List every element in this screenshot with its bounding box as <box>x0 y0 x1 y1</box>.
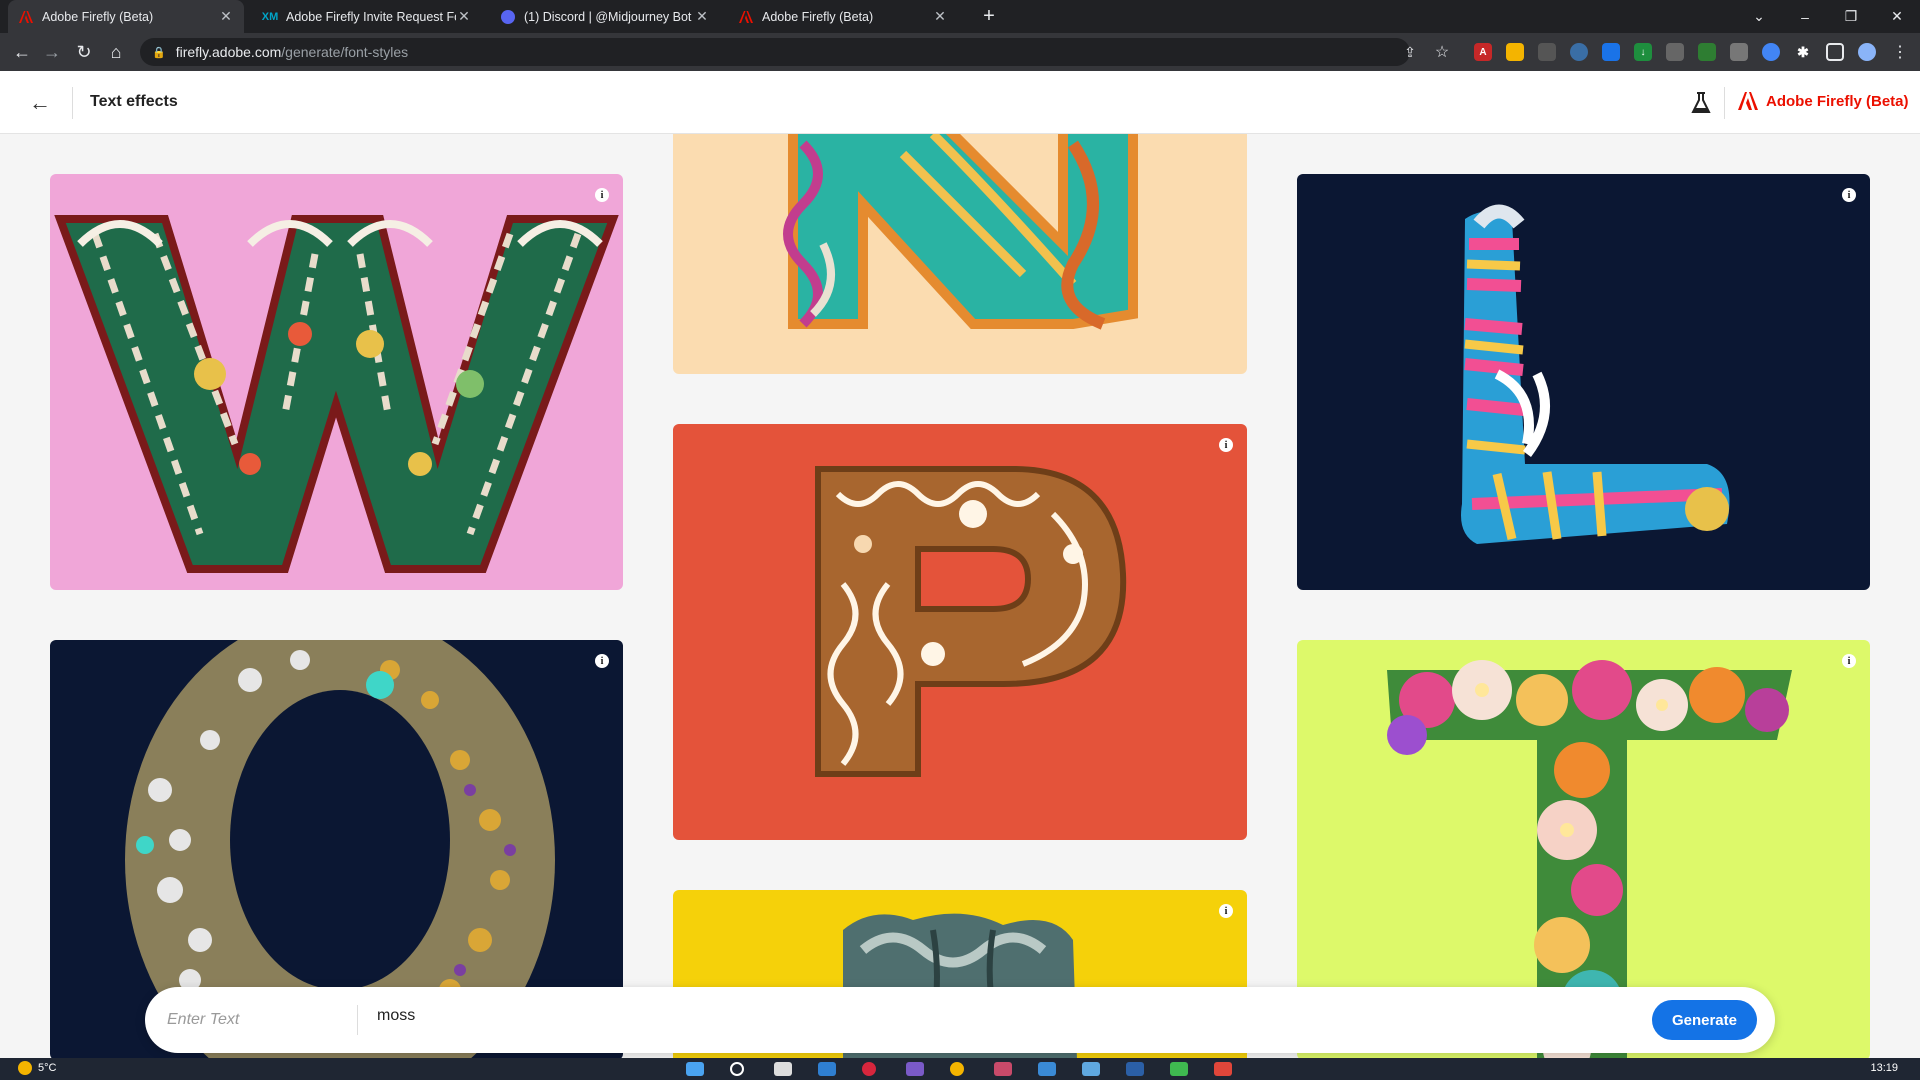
forward-arrow-icon[interactable]: → <box>40 40 64 64</box>
info-icon[interactable]: i <box>1219 438 1233 452</box>
yarn-letter-image <box>783 134 1138 330</box>
gingerbread-letter-image <box>815 466 1127 777</box>
adobe-logo-icon <box>1738 92 1758 110</box>
adobe-firefly-brand[interactable]: Adobe Firefly (Beta) <box>1738 92 1909 110</box>
app-icon[interactable] <box>1038 1062 1056 1076</box>
camera-extension-icon[interactable] <box>1730 43 1748 61</box>
close-window-button[interactable]: ✕ <box>1874 0 1920 33</box>
gallery-card-p[interactable]: i <box>673 424 1247 840</box>
chrome-extension-icon[interactable] <box>1762 43 1780 61</box>
browser-tab-discord[interactable]: (1) Discord | @Midjourney Bot ✕ <box>490 0 720 33</box>
more-menu-icon[interactable]: ⋮ <box>1888 40 1912 64</box>
back-arrow-icon[interactable]: ← <box>28 90 52 115</box>
weather-icon <box>18 1061 32 1075</box>
close-tab-icon[interactable]: ✕ <box>218 8 234 25</box>
browser-tab-firefly[interactable]: Adobe Firefly (Beta) ✕ <box>8 0 244 33</box>
opera-icon[interactable] <box>862 1062 876 1076</box>
calculator-icon[interactable] <box>1082 1062 1100 1076</box>
file-explorer-icon[interactable] <box>774 1062 792 1076</box>
notes-extension-icon[interactable] <box>1506 43 1524 61</box>
info-icon[interactable]: i <box>1842 654 1856 668</box>
generate-button[interactable]: Generate <box>1651 1000 1757 1040</box>
translate-extension-icon[interactable] <box>1602 43 1620 61</box>
header-divider <box>72 87 73 119</box>
address-bar[interactable]: 🔒 firefly.adobe.com/generate/font-styles <box>140 38 1410 66</box>
vscode-icon[interactable] <box>818 1062 836 1076</box>
new-tab-button[interactable]: + <box>978 6 1000 28</box>
enter-text-input[interactable] <box>167 1005 357 1035</box>
style-prompt-input[interactable]: moss <box>377 1007 415 1025</box>
browser-tab-title: Adobe Firefly Invite Request Form <box>286 9 456 24</box>
weather-widget[interactable]: 5°C <box>18 1061 56 1075</box>
restore-button[interactable]: ❐ <box>1828 0 1874 33</box>
brand-name: Adobe Firefly (Beta) <box>1766 92 1909 110</box>
windows-taskbar: 5°C 13:19 <box>0 1058 1920 1080</box>
header-divider <box>1724 87 1725 119</box>
app-icon[interactable] <box>1126 1062 1144 1076</box>
sock-letter-image <box>1461 204 1730 544</box>
extension-icon[interactable] <box>1698 43 1716 61</box>
download-extension-icon[interactable]: ↓ <box>1634 43 1652 61</box>
adblock-extension-icon[interactable]: A <box>1474 43 1492 61</box>
minimize-button[interactable]: – <box>1782 0 1828 33</box>
chrome-icon[interactable] <box>950 1062 964 1076</box>
info-icon[interactable]: i <box>595 654 609 668</box>
app-header: ← Text effects Adobe Firefly (Beta) <box>0 71 1920 134</box>
browser-tab-title: (1) Discord | @Midjourney Bot <box>524 9 692 24</box>
discord-icon <box>500 9 516 25</box>
xm-icon: XM <box>261 10 279 23</box>
globe-extension-icon[interactable] <box>1570 43 1588 61</box>
lock-icon: 🔒 <box>152 46 166 59</box>
close-tab-icon[interactable]: ✕ <box>456 8 472 25</box>
extension-icon[interactable] <box>1538 43 1556 61</box>
app-icon[interactable] <box>994 1062 1012 1076</box>
prompt-divider <box>357 1005 358 1035</box>
browser-toolbar: ← → ↻ ⌂ 🔒 firefly.adobe.com/generate/fon… <box>0 33 1920 71</box>
info-icon[interactable]: i <box>1219 904 1233 918</box>
close-tab-icon[interactable]: ✕ <box>694 8 710 25</box>
bookmark-star-icon[interactable]: ☆ <box>1430 40 1454 64</box>
reload-icon[interactable]: ↻ <box>72 40 96 64</box>
gallery-card-w[interactable]: i <box>50 174 623 590</box>
gallery-card-l[interactable]: i <box>1297 174 1870 590</box>
browser-tab-title: Adobe Firefly (Beta) <box>42 9 154 24</box>
system-clock: 13:19 <box>1870 1062 1898 1074</box>
beaker-icon[interactable] <box>1690 91 1712 115</box>
app-icon[interactable] <box>1214 1062 1232 1076</box>
page-title: Text effects <box>90 93 178 110</box>
temperature: 5°C <box>38 1062 57 1074</box>
side-panel-icon[interactable] <box>1826 43 1844 61</box>
url-host: firefly.adobe.com <box>175 44 282 60</box>
text-effects-gallery: i i i i i i <box>0 134 1920 1058</box>
adobe-icon <box>738 9 754 25</box>
home-icon[interactable]: ⌂ <box>104 40 128 64</box>
close-tab-icon[interactable]: ✕ <box>932 8 948 25</box>
browser-tab-bar: Adobe Firefly (Beta) ✕ XM Adobe Firefly … <box>0 0 1920 33</box>
back-arrow-icon[interactable]: ← <box>10 40 34 64</box>
prompt-bar: moss Generate <box>145 987 1775 1053</box>
info-icon[interactable]: i <box>1842 188 1856 202</box>
browser-tab-title: Adobe Firefly (Beta) <box>762 9 874 24</box>
browser-tab-invite-form[interactable]: XM Adobe Firefly Invite Request Form ✕ <box>252 0 482 33</box>
info-icon[interactable]: i <box>595 188 609 202</box>
gallery-card-n[interactable] <box>673 134 1247 374</box>
adobe-icon <box>18 9 34 25</box>
puzzle-extensions-icon[interactable]: ✱ <box>1794 43 1812 61</box>
share-icon[interactable]: ⇪ <box>1398 40 1422 64</box>
tab-search-icon[interactable]: ⌄ <box>1736 0 1782 33</box>
start-icon[interactable] <box>686 1062 704 1076</box>
extension-icon[interactable] <box>1666 43 1684 61</box>
app-icon[interactable] <box>906 1062 924 1076</box>
search-icon[interactable] <box>730 1062 744 1076</box>
url-path: /generate/font-styles <box>281 44 409 60</box>
embroidered-letter-image <box>54 215 619 573</box>
profile-avatar[interactable] <box>1858 43 1876 61</box>
app-icon[interactable] <box>1170 1062 1188 1076</box>
browser-tab-firefly-2[interactable]: Adobe Firefly (Beta) ✕ <box>728 0 958 33</box>
